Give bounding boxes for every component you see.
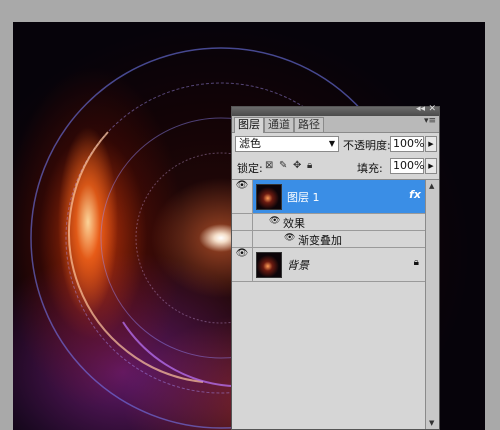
lock-move-icon[interactable]: ✥ (293, 160, 301, 171)
blend-mode-select[interactable]: 滤色 ▼ (235, 136, 339, 152)
layer-thumbnail (256, 252, 282, 278)
panel-titlebar[interactable]: ◂◂ ✕ (232, 104, 439, 116)
fill-input[interactable]: 100% (390, 158, 424, 174)
layer-thumbnail (256, 184, 282, 210)
blend-row: 滤色 ▼ 不透明度: 100% ▶ (235, 136, 437, 154)
eye-icon[interactable]: 👁︎ (232, 248, 253, 281)
opacity-arrow-icon[interactable]: ▶ (425, 136, 437, 152)
lock-all-icon[interactable]: 🔒︎ (307, 160, 312, 171)
fill-arrow-icon[interactable]: ▶ (425, 158, 437, 174)
fill-label: 填充: (357, 162, 383, 175)
gradient-eye-spacer (232, 231, 253, 247)
layers-scrollbar[interactable]: ▲ ▼ (425, 179, 439, 429)
opacity-input[interactable]: 100% (390, 136, 424, 152)
scroll-up-icon[interactable]: ▲ (429, 182, 434, 190)
collapse-icon[interactable]: ◂◂ (416, 104, 425, 114)
chevron-down-icon: ▼ (328, 139, 335, 148)
eye-icon[interactable]: 👁︎ (284, 233, 295, 243)
tab-layers[interactable]: 图层 (234, 117, 264, 133)
layer-row-1[interactable]: 👁︎ 图层 1 fx (232, 180, 427, 214)
scroll-down-icon[interactable]: ▼ (429, 419, 434, 427)
effects-eye-spacer (232, 214, 253, 230)
layer-name[interactable]: 背景 (287, 257, 309, 273)
layers-panel: ◂◂ ✕ 图层 通道 路径 ▾≡ 滤色 ▼ 不透明度: 100% ▶ 锁定: ⊠… (231, 104, 440, 430)
panel-menu-icon[interactable]: ▾≡ (424, 116, 436, 126)
panel-tabs: 图层 通道 路径 ▾≡ (232, 116, 439, 133)
lock-transparent-icon[interactable]: ⊠ (265, 160, 273, 171)
lock-icon: 🔒︎ (413, 257, 419, 268)
lock-brush-icon[interactable]: ✎ (279, 160, 287, 171)
tab-channels[interactable]: 通道 (264, 117, 294, 132)
tab-paths[interactable]: 路径 (294, 117, 324, 132)
opacity-label: 不透明度: (343, 139, 391, 152)
layers-list: 👁︎ 图层 1 fx 👁︎ 效果 👁︎ 渐变叠加 👁︎ 背景 🔒︎ (232, 179, 427, 429)
eye-icon[interactable]: 👁︎ (232, 180, 253, 213)
lock-label: 锁定: (237, 162, 263, 175)
blend-mode-value: 滤色 (239, 137, 261, 150)
layer-row-background[interactable]: 👁︎ 背景 🔒︎ (232, 248, 427, 282)
eye-icon[interactable]: 👁︎ (269, 216, 280, 226)
effects-row[interactable]: 👁︎ 效果 (232, 214, 427, 231)
lock-row: 锁定: ⊠ ✎ ✥ 🔒︎ 填充: 100% ▶ (235, 158, 437, 176)
effects-label: 效果 (283, 217, 305, 230)
close-icon[interactable]: ✕ (428, 104, 436, 114)
gradient-overlay-row[interactable]: 👁︎ 渐变叠加 (232, 231, 427, 248)
layer-name[interactable]: 图层 1 (287, 189, 320, 205)
fx-icon[interactable]: fx (409, 188, 421, 201)
gradient-overlay-label: 渐变叠加 (298, 234, 342, 247)
